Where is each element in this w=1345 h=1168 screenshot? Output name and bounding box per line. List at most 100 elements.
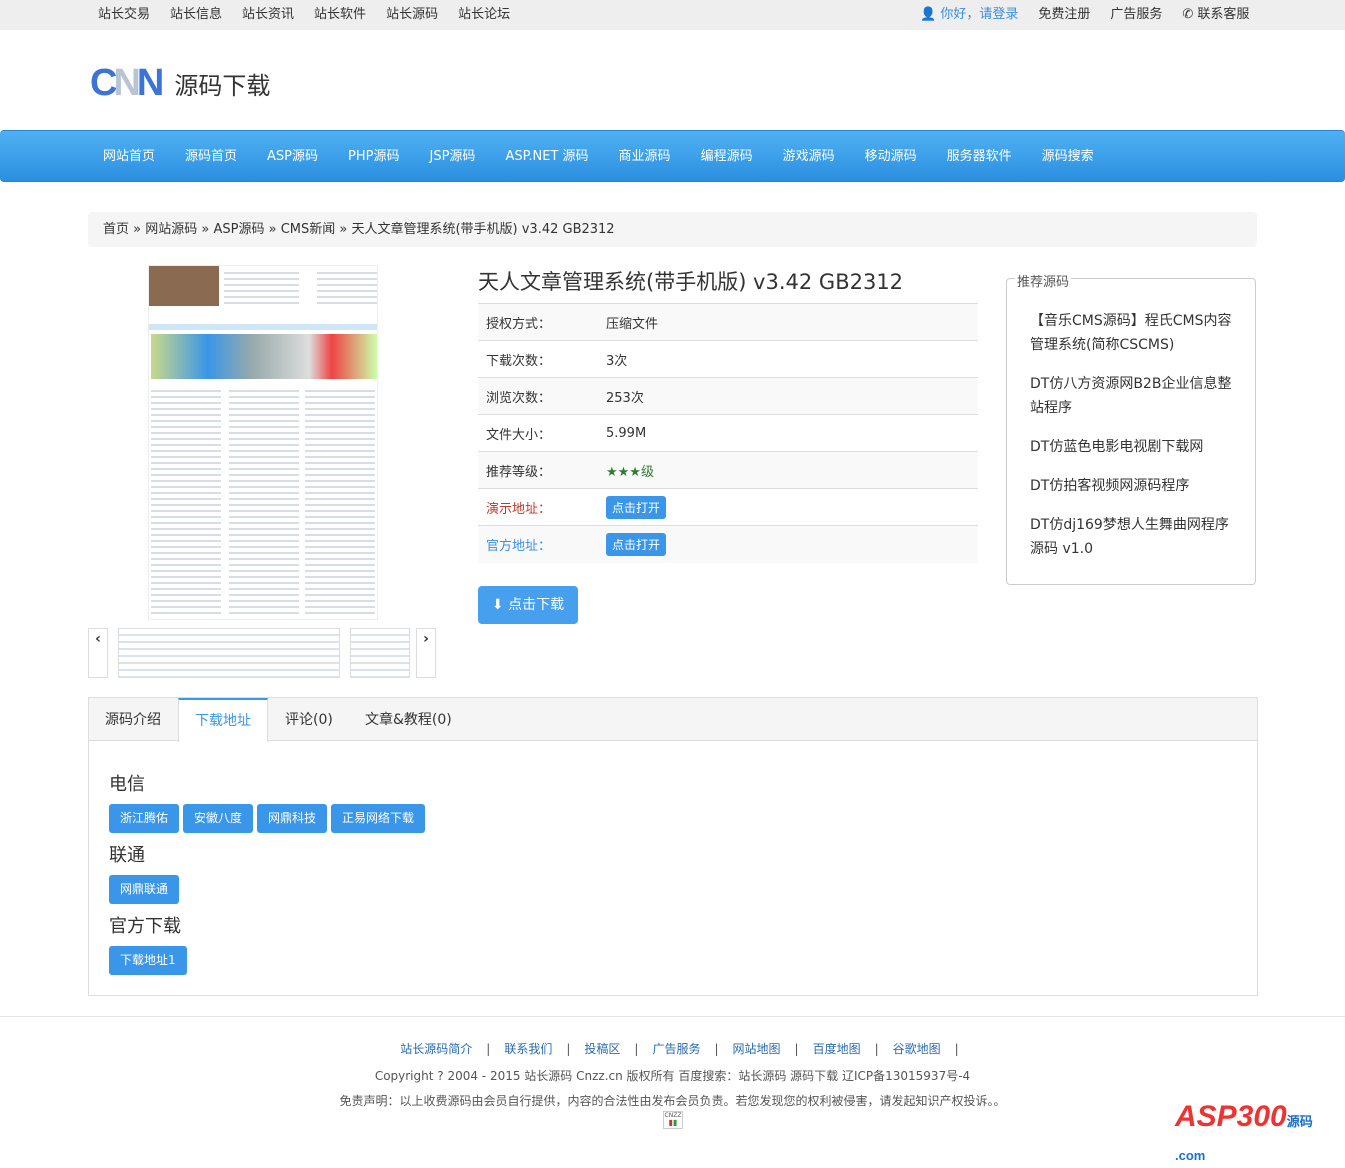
info-label: 文件大小： bbox=[478, 414, 598, 452]
nav-item[interactable]: PHP源码 bbox=[348, 131, 399, 183]
phone-icon: ✆ bbox=[1182, 7, 1194, 22]
info-label: 授权方式： bbox=[478, 303, 598, 341]
group-title: 电信 bbox=[109, 774, 145, 795]
info-row: 授权方式： 压缩文件 bbox=[478, 303, 978, 341]
footer-link[interactable]: 联系我们 bbox=[504, 1042, 552, 1056]
mirror-button[interactable]: 网鼎联通 bbox=[109, 875, 180, 904]
mirror-button[interactable]: 浙江腾佑 bbox=[109, 804, 180, 833]
top-links: 站长交易 站长信息 站长资讯 站长软件 站长源码 站长论坛 bbox=[98, 0, 530, 30]
thumbnail-strip: ‹ › bbox=[88, 628, 438, 678]
chevron-right-icon[interactable]: › bbox=[416, 628, 436, 678]
info-row: 官方地址： 点击打开 bbox=[478, 525, 978, 563]
footer-divider bbox=[0, 1016, 1345, 1017]
rating-stars: ★★★级 bbox=[598, 451, 978, 489]
logo-mark: CNN bbox=[90, 62, 164, 104]
crumb-link[interactable]: ASP源码 bbox=[213, 222, 264, 237]
info-row: 文件大小： 5.99M bbox=[478, 414, 978, 452]
logo-text: 源码下载 bbox=[174, 72, 271, 100]
mirror-button[interactable]: 安徽八度 bbox=[183, 804, 254, 833]
contact-link[interactable]: ✆ 联系客服 bbox=[1182, 0, 1249, 30]
recommended-link[interactable]: DT仿八方资源网B2B企业信息整站程序 bbox=[1030, 372, 1240, 420]
top-link[interactable]: 站长软件 bbox=[314, 0, 366, 30]
nav-item[interactable]: 服务器软件 bbox=[947, 131, 1012, 183]
nav-item[interactable]: 商业源码 bbox=[619, 131, 671, 183]
info-label: 下载次数： bbox=[478, 340, 598, 378]
nav-item[interactable]: 游戏源码 bbox=[783, 131, 835, 183]
info-label: 官方地址： bbox=[478, 525, 598, 563]
product-info-table: 授权方式： 压缩文件 下载次数： 3次 浏览次数： 253次 文件大小： 5.99M 推… bbox=[478, 303, 978, 563]
product-title: 天人文章管理系统(带手机版) v3.42 GB2312 bbox=[478, 270, 904, 294]
nav-item[interactable]: 源码首页 bbox=[185, 131, 237, 183]
nav-item[interactable]: 编程源码 bbox=[701, 131, 753, 183]
download-circle-icon: ⬇ bbox=[491, 597, 504, 613]
thumbnail[interactable] bbox=[118, 628, 340, 678]
nav-item[interactable]: JSP源码 bbox=[430, 131, 476, 183]
info-label: 演示地址： bbox=[478, 488, 598, 526]
disclaimer: 免责声明：以上收费源码由会员自行提供，内容的合法性由发布会员负责。若您发现您的权… bbox=[339, 1094, 1006, 1108]
download-button[interactable]: ⬇ 点击下载 bbox=[478, 586, 578, 624]
recommended-link[interactable]: 【音乐CMS源码】程氏CMS内容管理系统(简称CSCMS) bbox=[1030, 309, 1240, 357]
group-title: 官方下载 bbox=[109, 916, 181, 937]
top-bar: 站长交易 站长信息 站长资讯 站长软件 站长源码 站长论坛 👤 你好，请登录 免费注册 广告服… bbox=[0, 0, 1345, 30]
info-label: 推荐等级： bbox=[478, 451, 598, 489]
recommended-link[interactable]: DT仿dj169梦想人生舞曲网程序源码 v1.0 bbox=[1030, 513, 1240, 561]
recommended-link[interactable]: DT仿拍客视频网源码程序 bbox=[1030, 474, 1240, 498]
cnzz-stats-icon[interactable]: CNZZ ▮▮ bbox=[663, 1111, 683, 1129]
crumb-link[interactable]: CMS新闻 bbox=[281, 222, 336, 237]
footer-link[interactable]: 谷歌地图 bbox=[893, 1042, 941, 1056]
footer-link[interactable]: 广告服务 bbox=[652, 1042, 700, 1056]
crumb-link[interactable]: 首页 bbox=[103, 222, 129, 237]
top-link[interactable]: 站长论坛 bbox=[458, 0, 510, 30]
mirror-button[interactable]: 正易网络下载 bbox=[331, 804, 426, 833]
top-link[interactable]: 站长源码 bbox=[386, 0, 438, 30]
top-link[interactable]: 站长资讯 bbox=[242, 0, 294, 30]
recommended-link[interactable]: DT仿蓝色电影电视剧下载网 bbox=[1030, 435, 1240, 459]
nav-item[interactable]: ASP源码 bbox=[267, 131, 318, 183]
download-group-official: 官方下载 下载地址1 bbox=[109, 912, 191, 975]
login-link[interactable]: 👤 你好，请登录 bbox=[920, 0, 1018, 30]
info-row: 推荐等级： ★★★级 bbox=[478, 451, 978, 489]
ads-link[interactable]: 广告服务 bbox=[1110, 0, 1162, 30]
open-demo-button[interactable]: 点击打开 bbox=[606, 495, 667, 519]
info-value: 5.99M bbox=[598, 414, 978, 452]
tab-articles[interactable]: 文章&教程(0) bbox=[349, 698, 468, 741]
crumb-link[interactable]: 网站源码 bbox=[145, 222, 197, 237]
top-link[interactable]: 站长信息 bbox=[170, 0, 222, 30]
mirror-button[interactable]: 网鼎科技 bbox=[257, 804, 328, 833]
top-link[interactable]: 站长交易 bbox=[98, 0, 150, 30]
nav-item[interactable]: 网站首页 bbox=[103, 131, 155, 183]
nav-item[interactable]: ASP.NET 源码 bbox=[505, 131, 588, 183]
info-value: 253次 bbox=[598, 377, 978, 415]
footer-link[interactable]: 站长源码简介 bbox=[400, 1042, 472, 1056]
footer-link[interactable]: 网站地图 bbox=[733, 1042, 781, 1056]
user-icon: 👤 bbox=[920, 7, 937, 22]
tab-download[interactable]: 下载地址 bbox=[178, 698, 268, 742]
tab-intro[interactable]: 源码介绍 bbox=[89, 698, 177, 741]
asp300-watermark: ASP300源码 .com bbox=[1175, 1100, 1345, 1168]
nav-item[interactable]: 移动源码 bbox=[865, 131, 917, 183]
info-row: 浏览次数： 253次 bbox=[478, 377, 978, 415]
footer-link[interactable]: 投稿区 bbox=[584, 1042, 620, 1056]
download-label: 点击下载 bbox=[508, 597, 565, 613]
footer-link[interactable]: 百度地图 bbox=[813, 1042, 861, 1056]
panel-legend: 推荐源码 bbox=[1015, 271, 1072, 290]
open-official-button[interactable]: 点击打开 bbox=[606, 532, 667, 556]
user-links: 👤 你好，请登录 免费注册 广告服务 ✆ 联系客服 bbox=[920, 0, 1269, 30]
nav-item[interactable]: 源码搜索 bbox=[1042, 131, 1094, 183]
copyright: Copyright ? 2004 - 2015 站长源码 Cnzz.cn 版权所… bbox=[374, 1069, 971, 1083]
mirror-button[interactable]: 下载地址1 bbox=[109, 946, 187, 975]
contact-label: 联系客服 bbox=[1197, 7, 1250, 22]
info-row: 演示地址： 点击打开 bbox=[478, 488, 978, 526]
chevron-left-icon[interactable]: ‹ bbox=[88, 628, 108, 678]
product-screenshot[interactable] bbox=[148, 265, 378, 620]
thumbnail[interactable] bbox=[350, 628, 410, 678]
download-group-telecom: 电信 浙江腾佑 安徽八度 网鼎科技 正易网络下载 bbox=[109, 770, 429, 833]
info-value: 压缩文件 bbox=[598, 303, 978, 341]
login-label: 你好，请登录 bbox=[940, 7, 1019, 22]
recommended-panel: 推荐源码 【音乐CMS源码】程氏CMS内容管理系统(简称CSCMS) DT仿八方… bbox=[1006, 271, 1256, 585]
register-link[interactable]: 免费注册 bbox=[1038, 0, 1090, 30]
site-logo[interactable]: CNN 源码下载 bbox=[90, 62, 270, 105]
watermark-text: ASP300 bbox=[1175, 1100, 1287, 1133]
tab-comments[interactable]: 评论(0) bbox=[269, 698, 349, 741]
group-title: 联通 bbox=[109, 845, 145, 866]
